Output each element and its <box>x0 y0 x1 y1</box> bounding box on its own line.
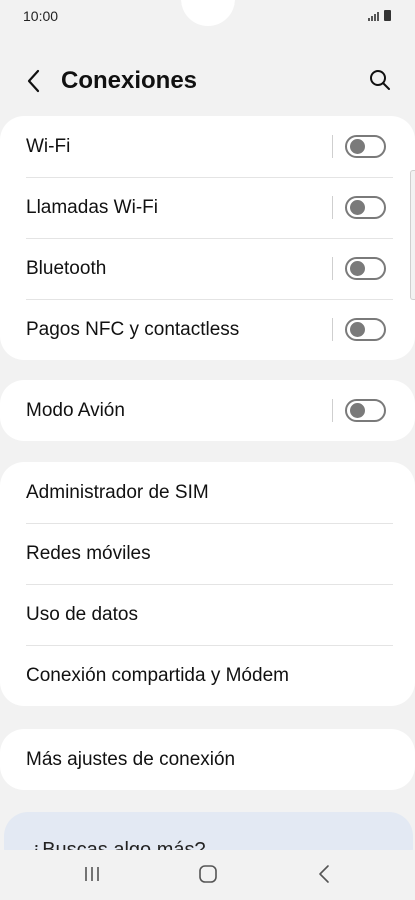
back-nav-button[interactable] <box>309 862 339 886</box>
row-label: Wi-Fi <box>26 135 71 157</box>
toggle-knob <box>350 322 365 337</box>
row-label: Pagos NFC y contactless <box>26 318 240 340</box>
row-label: Llamadas Wi-Fi <box>26 196 158 218</box>
row-label: Uso de datos <box>26 603 138 625</box>
divider <box>332 135 333 158</box>
wifi-calling-toggle[interactable] <box>345 196 386 219</box>
nfc-row[interactable]: Pagos NFC y contactless <box>0 299 415 360</box>
connections-group-3: Administrador de SIM Redes móviles Uso d… <box>0 462 415 706</box>
toggle-knob <box>350 261 365 276</box>
battery-icon <box>384 10 391 21</box>
bluetooth-row[interactable]: Bluetooth <box>0 238 415 299</box>
header: Conexiones <box>0 58 415 104</box>
wifi-row[interactable]: Wi-Fi <box>0 116 415 177</box>
sim-manager-row[interactable]: Administrador de SIM <box>0 462 415 523</box>
row-label: Más ajustes de conexión <box>26 748 236 770</box>
wifi-toggle[interactable] <box>345 135 386 158</box>
wifi-calling-row[interactable]: Llamadas Wi-Fi <box>0 177 415 238</box>
search-icon <box>370 70 390 90</box>
divider <box>332 318 333 341</box>
row-label: Conexión compartida y Módem <box>26 664 289 686</box>
hotspot-tethering-row[interactable]: Conexión compartida y Módem <box>0 645 415 706</box>
divider <box>332 196 333 219</box>
row-label: Bluetooth <box>26 257 107 279</box>
divider <box>332 257 333 280</box>
row-label: Redes móviles <box>26 542 151 564</box>
more-connection-settings-row[interactable]: Más ajustes de conexión <box>0 729 415 790</box>
status-bar: 10:00 <box>0 0 415 34</box>
recent-apps-icon <box>85 867 99 881</box>
back-arrow-icon <box>27 69 40 93</box>
status-time: 10:00 <box>23 8 59 24</box>
back-nav-icon <box>319 865 329 883</box>
airplane-mode-toggle[interactable] <box>345 399 386 422</box>
toggle-knob <box>350 403 365 418</box>
toggle-knob <box>350 139 365 154</box>
toggle-knob <box>350 200 365 215</box>
home-button[interactable] <box>193 862 223 886</box>
connections-group-4: Más ajustes de conexión <box>0 729 415 790</box>
row-label: Modo Avión <box>26 399 125 421</box>
nfc-toggle[interactable] <box>345 318 386 341</box>
row-label: Administrador de SIM <box>26 481 209 503</box>
back-button[interactable] <box>22 66 50 96</box>
camera-notch <box>181 0 235 26</box>
connections-group-1: Wi-Fi Llamadas Wi-Fi Bluetooth Pagos NFC… <box>0 116 415 360</box>
signal-icon <box>368 12 379 21</box>
mobile-networks-row[interactable]: Redes móviles <box>0 523 415 584</box>
status-icons <box>368 10 391 21</box>
bluetooth-toggle[interactable] <box>345 257 386 280</box>
divider <box>332 399 333 422</box>
scrollbar[interactable] <box>410 170 415 300</box>
page-title: Conexiones <box>61 67 198 94</box>
airplane-mode-row[interactable]: Modo Avión <box>0 380 415 441</box>
home-icon <box>199 865 217 883</box>
connections-group-2: Modo Avión <box>0 380 415 441</box>
search-button[interactable] <box>367 67 393 93</box>
recent-apps-button[interactable] <box>77 862 107 886</box>
data-usage-row[interactable]: Uso de datos <box>0 584 415 645</box>
navigation-bar <box>0 850 415 900</box>
